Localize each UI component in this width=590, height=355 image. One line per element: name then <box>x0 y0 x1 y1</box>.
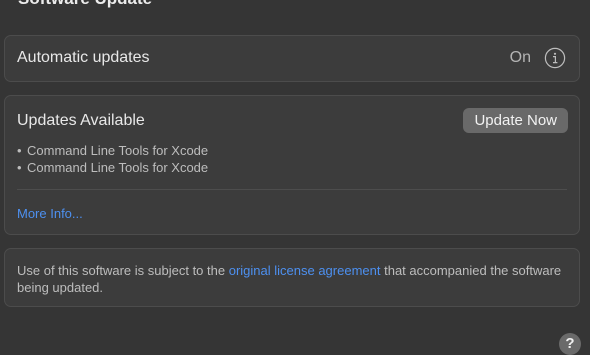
update-now-button[interactable]: Update Now <box>463 108 568 133</box>
bullet: • <box>17 160 22 175</box>
update-list: • Command Line Tools for Xcode • Command L… <box>17 142 208 176</box>
update-list-item: • Command Line Tools for Xcode <box>17 159 208 176</box>
license-text-before: Use of this software is subject to the <box>17 263 229 278</box>
bullet: • <box>17 143 22 158</box>
automatic-updates-value: On <box>509 49 531 66</box>
help-button[interactable]: ? <box>559 333 581 355</box>
license-text: Use of this software is subject to the o… <box>17 262 569 296</box>
update-list-item: • Command Line Tools for Xcode <box>17 142 208 159</box>
updates-available-panel: Updates Available Update Now • Command Li… <box>4 95 580 235</box>
license-agreement-link[interactable]: original license agreement <box>229 263 381 278</box>
info-icon[interactable] <box>544 47 566 69</box>
updates-available-title: Updates Available <box>17 112 145 129</box>
info-icon-graphic <box>544 47 566 69</box>
license-panel: Use of this software is subject to the o… <box>4 248 580 307</box>
question-mark-icon: ? <box>565 335 575 352</box>
update-item-label: Command Line Tools for Xcode <box>27 143 209 158</box>
automatic-updates-label: Automatic updates <box>17 49 150 66</box>
page-title: Software Update <box>18 0 152 9</box>
more-info-link[interactable]: More Info... <box>17 206 83 221</box>
update-item-label: Command Line Tools for Xcode <box>27 160 209 175</box>
automatic-updates-panel: Automatic updates On <box>4 35 580 82</box>
divider <box>17 189 567 190</box>
